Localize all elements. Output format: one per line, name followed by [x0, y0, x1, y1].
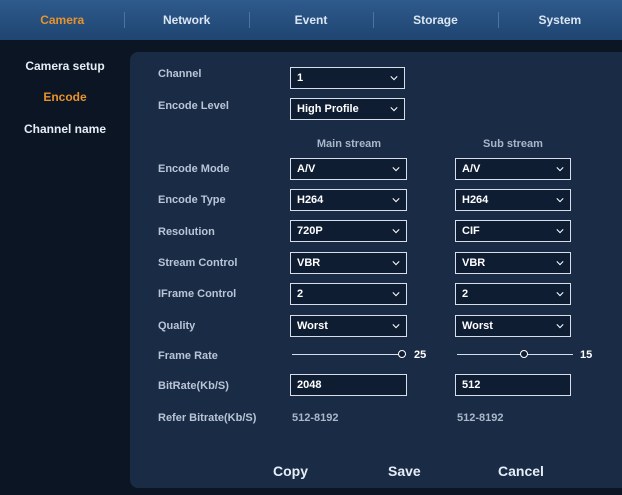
resolution-main-value: 720P [297, 225, 323, 237]
encode-mode-label: Encode Mode [158, 163, 230, 175]
bitrate-main-input[interactable]: 2048 [290, 374, 407, 396]
encode-type-label: Encode Type [158, 194, 226, 206]
resolution-main-select[interactable]: 720P [290, 220, 407, 242]
quality-sub-value: Worst [462, 320, 493, 332]
frame-rate-sub-slider[interactable] [457, 349, 573, 361]
encode-type-sub-value: H264 [462, 194, 489, 206]
iframe-control-label: IFrame Control [158, 288, 237, 300]
iframe-control-main-value: 2 [297, 288, 304, 300]
refer-bitrate-main-value: 512-8192 [292, 412, 339, 424]
sidebar-item-channel-name[interactable]: Channel name [0, 122, 130, 136]
stream-control-sub-select[interactable]: VBR [455, 252, 571, 274]
encode-level-label: Encode Level [158, 100, 229, 112]
sidebar-item-camera-setup[interactable]: Camera setup [0, 59, 130, 73]
quality-label: Quality [158, 320, 196, 332]
encode-type-main-value: H264 [297, 194, 324, 206]
encode-type-sub-select[interactable]: H264 [455, 189, 571, 211]
chevron-down-icon [392, 229, 400, 234]
resolution-sub-select[interactable]: CIF [455, 220, 571, 242]
tab-network[interactable]: Network [124, 0, 248, 40]
refer-bitrate-sub-value: 512-8192 [457, 412, 504, 424]
chevron-down-icon [556, 198, 564, 203]
chevron-down-icon [390, 76, 398, 81]
frame-rate-sub-value: 15 [580, 349, 593, 361]
resolution-label: Resolution [158, 226, 215, 238]
slider-track [292, 354, 406, 355]
quality-main-select[interactable]: Worst [290, 315, 407, 337]
chevron-down-icon [556, 229, 564, 234]
iframe-control-main-select[interactable]: 2 [290, 283, 407, 305]
tab-system[interactable]: System [497, 0, 622, 40]
slider-thumb[interactable] [520, 350, 528, 358]
chevron-down-icon [556, 292, 564, 297]
chevron-down-icon [556, 324, 564, 329]
chevron-down-icon [556, 261, 564, 266]
channel-select[interactable]: 1 [290, 67, 405, 89]
copy-button[interactable]: Copy [273, 463, 308, 479]
tab-storage[interactable]: Storage [373, 0, 497, 40]
quality-sub-select[interactable]: Worst [455, 315, 571, 337]
chevron-down-icon [392, 198, 400, 203]
chevron-down-icon [392, 167, 400, 172]
encode-mode-main-value: A/V [297, 163, 316, 175]
frame-rate-label: Frame Rate [158, 350, 218, 362]
iframe-control-sub-value: 2 [462, 288, 469, 300]
tab-camera[interactable]: Camera [0, 0, 124, 40]
bitrate-sub-input[interactable]: 512 [455, 374, 571, 396]
slider-track [457, 354, 573, 355]
frame-rate-main-slider[interactable] [292, 349, 406, 361]
iframe-control-sub-select[interactable]: 2 [455, 283, 571, 305]
quality-main-value: Worst [297, 320, 328, 332]
top-nav: Camera Network Event Storage System [0, 0, 622, 40]
chevron-down-icon [392, 324, 400, 329]
frame-rate-main-value: 25 [414, 349, 427, 361]
chevron-down-icon [392, 261, 400, 266]
chevron-down-icon [556, 167, 564, 172]
stream-control-main-select[interactable]: VBR [290, 252, 407, 274]
main-stream-header: Main stream [316, 138, 382, 150]
sub-stream-header: Sub stream [483, 138, 543, 150]
tab-event[interactable]: Event [248, 0, 373, 40]
stream-control-label: Stream Control [158, 257, 238, 269]
chevron-down-icon [390, 107, 398, 112]
cancel-button[interactable]: Cancel [498, 463, 544, 479]
refer-bitrate-label: Refer Bitrate(Kb/S) [158, 412, 257, 424]
stream-control-sub-value: VBR [462, 257, 486, 269]
channel-value: 1 [297, 72, 304, 84]
chevron-down-icon [392, 292, 400, 297]
bitrate-label: BitRate(Kb/S) [158, 380, 229, 392]
save-button[interactable]: Save [388, 463, 421, 479]
slider-thumb[interactable] [398, 350, 406, 358]
encode-mode-sub-value: A/V [462, 163, 481, 175]
channel-label: Channel [158, 68, 202, 80]
sidebar: Camera setup Encode Channel name [0, 40, 130, 495]
resolution-sub-value: CIF [462, 225, 480, 237]
encode-type-main-select[interactable]: H264 [290, 189, 407, 211]
sidebar-item-encode[interactable]: Encode [0, 90, 130, 104]
encode-level-select[interactable]: High Profile [290, 98, 405, 120]
encode-level-value: High Profile [297, 103, 359, 115]
stream-control-main-value: VBR [297, 257, 321, 269]
encode-mode-sub-select[interactable]: A/V [455, 158, 571, 180]
encode-mode-main-select[interactable]: A/V [290, 158, 407, 180]
